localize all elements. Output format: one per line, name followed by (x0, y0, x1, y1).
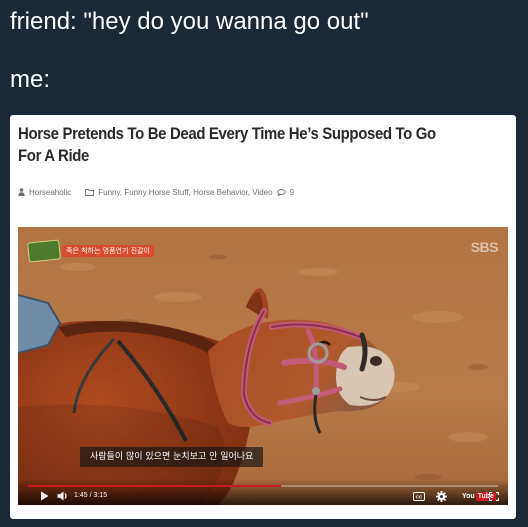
gear-icon (435, 490, 447, 502)
folder-icon (85, 188, 95, 196)
fullscreen-icon (489, 491, 499, 501)
video-control-bar: 1:45 / 3:15 CC You Tube (18, 479, 508, 505)
captions-button[interactable]: CC (412, 490, 426, 502)
play-icon (40, 491, 48, 501)
comment-bubble-icon (276, 188, 286, 196)
video-time-display: 1:45 / 3:15 (74, 492, 108, 499)
tweet-text-line-2: me: (10, 66, 51, 93)
youtube-logo-you: You (462, 492, 475, 500)
volume-button[interactable] (56, 490, 70, 502)
person-icon (18, 188, 25, 196)
article-meta-row: Horseaholic Funny, Funny Horse Stuff, Ho… (18, 185, 294, 199)
fullscreen-button[interactable] (488, 490, 500, 502)
tv-show-banner: 죽은 척하는 명품연기 진갈이 (62, 245, 154, 257)
broadcaster-watermark: SBS (470, 239, 499, 255)
article-screenshot-card: Horse Pretends To Be Dead Every Time He’… (10, 115, 516, 519)
article-title[interactable]: Horse Pretends To Be Dead Every Time He’… (18, 123, 445, 167)
closed-captions-icon: CC (413, 491, 425, 501)
progress-fill (28, 485, 281, 487)
video-player[interactable]: 죽은 척하는 명품연기 진갈이 SBS 사람들이 많이 있으면 눈치보고 안 일… (18, 227, 508, 505)
tweet-text-line-1: friend: "hey do you wanna go out" (10, 8, 369, 35)
comment-count-link[interactable]: 9 (290, 188, 294, 197)
progress-bar[interactable] (28, 485, 498, 487)
settings-button[interactable] (434, 490, 448, 502)
play-button[interactable] (38, 490, 50, 502)
video-subtitle: 사람들이 많이 있으면 눈치보고 안 일어나요 (80, 447, 264, 467)
svg-text:CC: CC (416, 494, 423, 499)
volume-icon (57, 491, 67, 501)
article-author-link[interactable]: Horseaholic (29, 188, 71, 197)
article-categories[interactable]: Funny, Funny Horse Stuff, Horse Behavior… (98, 188, 272, 197)
channel-logo (27, 239, 61, 263)
